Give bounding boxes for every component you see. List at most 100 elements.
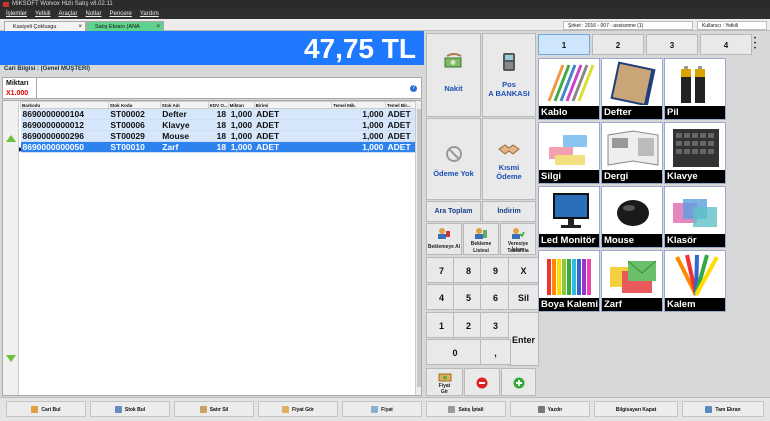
product-name: Led Monitör [539,234,599,247]
price-check-button[interactable]: Fiyat Gör [258,401,338,417]
hold-list-label: Bekleme [470,241,492,247]
product-klasor[interactable]: Klasör [664,186,726,248]
product-klavye[interactable]: Klavye [664,122,726,184]
shutdown-button[interactable]: Bilgisayarı Kapat [594,401,678,417]
title-bar: MIKSOFT Wolvox Hizlı Satış v8.02.11 [0,0,770,9]
key-9[interactable]: 9 [480,257,511,283]
arrow-up-icon[interactable] [6,135,16,142]
cash-button[interactable]: Nakit [426,33,481,117]
arrow-down-icon[interactable] [6,355,16,362]
cancel-sale-button[interactable]: Satış İptali [426,401,506,417]
find-customer-button[interactable]: Cari Bul [6,401,86,417]
product-pil[interactable]: Pil [664,58,726,120]
no-payment-button[interactable]: Ödeme Yok [426,118,481,200]
column-header[interactable]: Miktarı [227,101,255,109]
complete-label-2: Tamamla [507,248,529,254]
decrease-button[interactable] [464,368,500,396]
quantity-box[interactable]: Miktarı X1.000 ? [2,77,422,99]
price-entry-button[interactable]: Fiyat Gir [426,368,463,396]
find-customer-label: Cari Bul [41,407,61,413]
key-comma[interactable]: , [480,339,511,365]
menu-notlar[interactable]: Notlar [86,9,102,19]
column-header[interactable]: KDV O... [207,101,229,109]
pos-button[interactable]: Pos A BANKASI [482,33,536,117]
fullscreen-icon [705,406,713,414]
scrollbar-thumb[interactable] [417,109,421,387]
product-kalem[interactable]: Kalem [664,250,726,312]
product-mouse[interactable]: Mouse [601,186,663,248]
partial-label: Kısmi [498,163,520,172]
column-header[interactable]: Temel Bir... [385,101,416,109]
cell-base-qty: 1,000 [331,130,386,142]
table-row[interactable]: 8690000000012 ST00006 Klavye 18 1,000 AD… [20,119,416,131]
more-categories-icon[interactable]: • • • [752,36,758,52]
vertical-scrollbar[interactable] [415,101,421,395]
product-name: Klasör [665,234,725,247]
customer-info: Cari Bilgisi : (Genel MÜŞTERİ) [4,66,91,72]
colored-pencils-icon [547,259,591,295]
fullscreen-button[interactable]: Tam Ekran [682,401,764,417]
table-row[interactable]: 8690000000296 ST00029 Mouse 18 1,000 ADE… [20,130,416,142]
tab-kasiyer[interactable]: Kasiyeli Çoklusgu × [4,21,86,31]
cell-base-unit: ADET [385,130,416,142]
category-tab-2[interactable]: 2 [592,34,644,55]
quantity-label: Miktarı [6,80,29,87]
table-row[interactable]: 8690000000104 ST00002 Defter 18 1,000 AD… [20,108,416,120]
user-search-icon [31,406,39,414]
tab-satis-ekrani[interactable]: Satış Ekranı (ANA KASA/MÜ)× [86,21,164,40]
key-0[interactable]: 0 [426,339,484,365]
delete-row-button[interactable]: Satır Sil [174,401,254,417]
price-button[interactable]: Fiyat [342,401,422,417]
column-header[interactable]: Barkodu [20,101,109,109]
key-delete[interactable]: Sil [508,284,539,310]
product-silgi[interactable]: Silgi [538,122,600,184]
menu-islemler[interactable]: İşlemler [6,9,27,19]
cell-quantity: 1,000 [228,108,255,120]
hold-list-button[interactable]: Bekleme Listesi [463,223,499,255]
table-row-selected[interactable]: 8690000000050 ST00010 Zarf 18 1,000 ADET… [20,141,416,153]
menu-pencere[interactable]: Pencere [110,9,132,19]
key-enter[interactable]: Enter [508,312,539,366]
help-icon[interactable]: ? [410,85,417,92]
key-multiply[interactable]: X [508,257,539,283]
discount-button[interactable]: İndirim [482,201,536,222]
product-led-monitor[interactable]: Led Monitör [538,186,600,248]
complete-on-credit-button[interactable]: Veresiye İşlem Tamamla [500,223,536,255]
product-dergi[interactable]: Dergi [601,122,663,184]
magazine-icon [607,130,659,166]
column-header[interactable]: Stok Kodu [107,101,161,109]
print-button[interactable]: Yazdır [510,401,590,417]
subtotal-button[interactable]: Ara Toplam [426,201,481,222]
partial-payment-button[interactable]: Kısmi Ödeme [482,118,536,200]
hold-button[interactable]: Beklemeye Al [426,223,462,255]
pos-bank-label: A BANKASI [488,89,530,98]
column-header[interactable]: Stok Adı [159,101,209,109]
column-header[interactable]: Temel Mik. [331,101,386,109]
find-stock-button[interactable]: Stok Bul [90,401,170,417]
category-tab-4[interactable]: 4 [700,34,752,55]
cell-quantity: 1,000 [228,130,255,142]
product-zarf[interactable]: Zarf [601,250,663,312]
price-label: Fiyat [381,407,393,413]
column-header[interactable]: Birimi [253,101,333,109]
category-tab-1[interactable]: 1 [538,34,590,55]
plus-icon [513,377,524,389]
menu-yardim[interactable]: Yardım [140,9,159,19]
product-defter[interactable]: Defter [601,58,663,120]
menu-araclar[interactable]: Araçlar [58,9,77,19]
partial-label-2: Ödeme [496,172,522,181]
key-6[interactable]: 6 [480,284,511,310]
key-3[interactable]: 3 [480,312,511,338]
category-tab-3[interactable]: 3 [646,34,698,55]
total-display: 47,75 TL [0,31,424,65]
increase-button[interactable] [501,368,536,396]
cell-stock-name: Mouse [160,130,209,142]
keyboard-icon [673,129,719,167]
price-tag-icon [282,406,290,414]
menu-yetkili[interactable]: Yetkili [35,9,50,19]
product-boya-kalemi[interactable]: Boya Kalemi [538,250,600,312]
table-header: Barkodu Stok Kodu Stok Adı KDV O... Mikt… [20,101,416,109]
row-navigator [3,101,19,395]
hold-list-label-2: Listesi [473,248,489,254]
product-kablo[interactable]: Kablo [538,58,600,120]
